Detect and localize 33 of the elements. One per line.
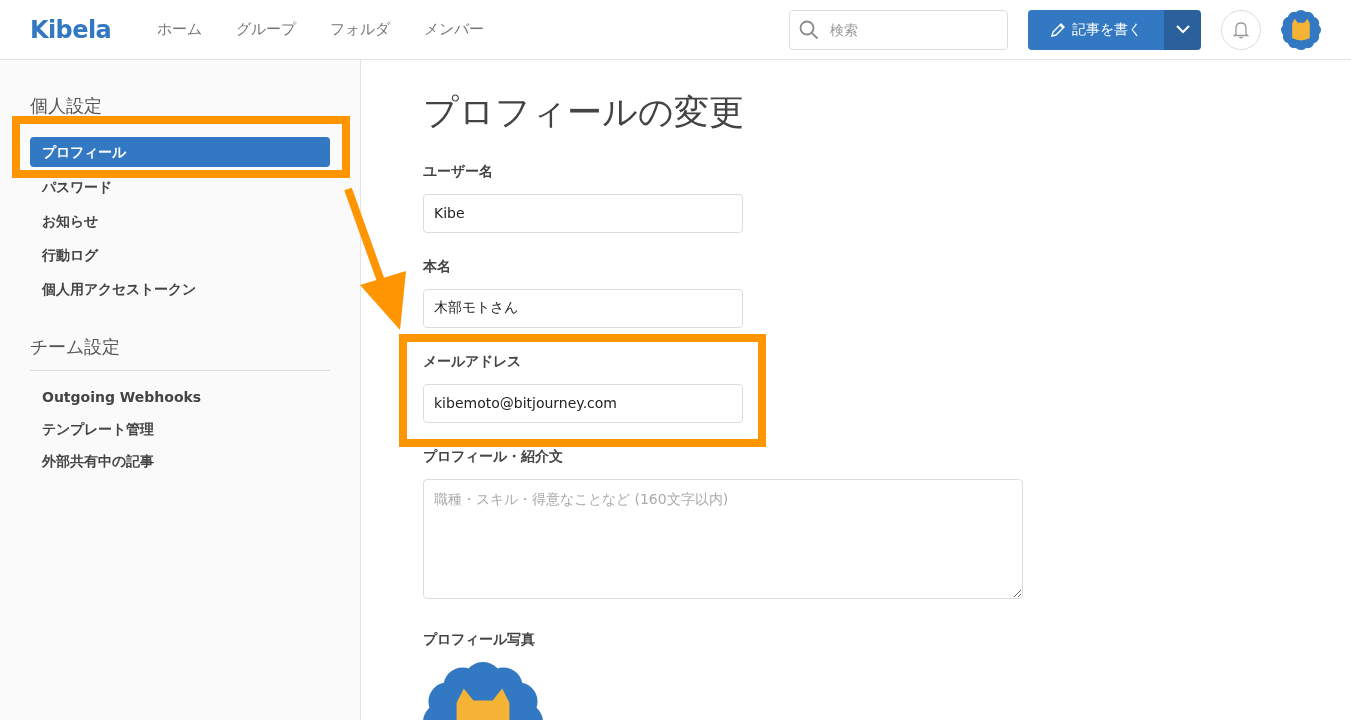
sidebar-item[interactable]: パスワード: [30, 173, 330, 201]
sidebar-item[interactable]: お知らせ: [30, 207, 330, 235]
section-title: チーム設定: [30, 335, 121, 359]
logo[interactable]: Kibela: [30, 11, 112, 48]
sidebar-item[interactable]: Outgoing Webhooks: [30, 383, 330, 411]
bio-field[interactable]: 職種・スキル・得意なことなど (160文字以内): [423, 478, 1023, 599]
nav-link[interactable]: フォルダ: [330, 18, 391, 41]
text-field[interactable]: kibemoto@bitjourney.com: [423, 383, 743, 423]
dropdown-button[interactable]: [1164, 9, 1201, 50]
field-label: ユーザー名: [423, 161, 494, 181]
sidebar-item[interactable]: 行動ログ: [30, 241, 330, 269]
pencil-icon: [1050, 21, 1066, 38]
nav-link[interactable]: メンバー: [424, 18, 485, 41]
sidebar-item[interactable]: プロフィール: [30, 137, 330, 167]
sidebar-item[interactable]: 外部共有中の記事: [30, 447, 330, 475]
text-field[interactable]: 木部モトさん: [423, 288, 743, 328]
chevron-down-icon: [1175, 25, 1190, 34]
sidebar-item[interactable]: テンプレート管理: [30, 415, 330, 443]
field-label: メールアドレス: [423, 351, 522, 371]
nav-link[interactable]: ホーム: [157, 18, 203, 41]
field-label: 本名: [423, 256, 452, 276]
field-label: プロフィール写真: [423, 629, 536, 649]
search-field[interactable]: 検索: [789, 9, 1008, 50]
section-title: 個人設定: [30, 94, 103, 118]
field-label: プロフィール・紹介文: [423, 446, 564, 466]
bell-icon: [1233, 20, 1249, 39]
user-avatar-icon: [1281, 9, 1321, 50]
sidebar-item[interactable]: 個人用アクセストークン: [30, 275, 330, 303]
search-icon: [799, 19, 819, 40]
write-article-button[interactable]: 記事を書く: [1028, 9, 1164, 50]
page-title: プロフィールの変更: [423, 91, 745, 134]
text-field[interactable]: Kibe: [423, 193, 743, 233]
nav-link[interactable]: グループ: [236, 18, 297, 41]
